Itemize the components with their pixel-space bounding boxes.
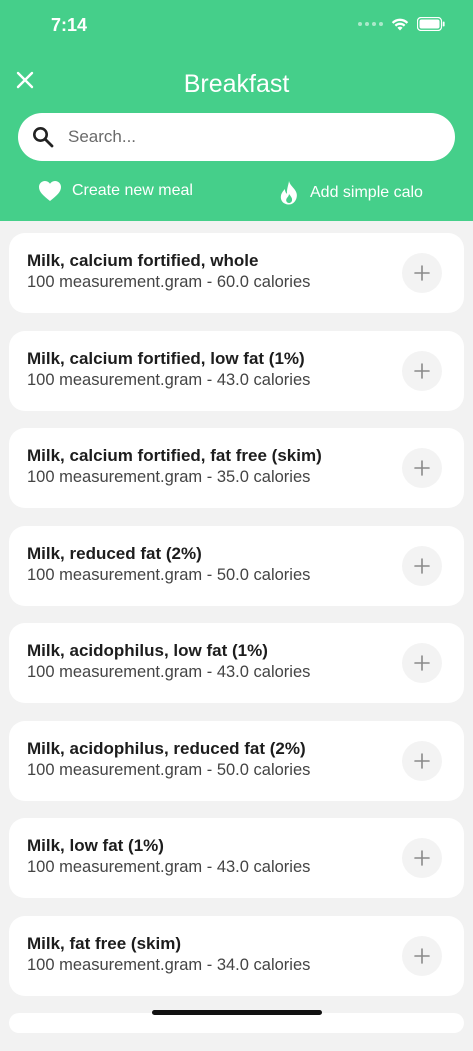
food-detail: 100 measurement.gram - 35.0 calories [27, 468, 311, 486]
food-name: Milk, fat free (skim) [27, 933, 181, 953]
food-name: Milk, calcium fortified, low fat (1%) [27, 348, 305, 368]
add-food-button[interactable] [402, 350, 442, 391]
plus-icon [414, 265, 430, 281]
create-meal-label: Create new meal [72, 182, 193, 199]
heart-icon [38, 180, 62, 202]
food-name: Milk, calcium fortified, whole [27, 251, 259, 270]
plus-icon [414, 557, 430, 574]
food-item[interactable]: Milk, fat free (skim) 100 measurement.gra… [9, 915, 464, 996]
food-detail: 100 measurement.gram - 50.0 calories [27, 565, 311, 584]
create-meal-button[interactable]: Create new meal [38, 180, 193, 202]
food-detail: 100 measurement.gram - 43.0 calories [27, 370, 311, 389]
food-item[interactable]: Milk, acidophilus, reduced fat (2%) 100 m… [9, 720, 464, 801]
add-food-button[interactable] [402, 935, 442, 976]
cellular-signal-icon [358, 22, 383, 26]
food-item-partial[interactable] [9, 1013, 464, 1033]
food-item[interactable]: Milk, low fat (1%) 100 measurement.gram -… [9, 818, 464, 898]
plus-icon [414, 850, 430, 866]
plus-icon [414, 947, 430, 964]
food-list: Milk, calcium fortified, whole 100 measur… [9, 233, 464, 1051]
food-name: Milk, acidophilus, low fat (1%) [27, 641, 268, 660]
food-name: Milk, acidophilus, reduced fat (2%) [27, 738, 306, 758]
plus-icon [414, 655, 430, 671]
food-item[interactable]: Milk, calcium fortified, low fat (1%) 100… [9, 330, 464, 411]
status-icons [358, 17, 445, 31]
food-detail: 100 measurement.gram - 43.0 calories [27, 858, 311, 876]
add-food-button[interactable] [402, 448, 442, 488]
food-item[interactable]: Milk, reduced fat (2%) 100 measurement.gr… [9, 525, 464, 606]
food-detail: 100 measurement.gram - 34.0 calories [27, 955, 311, 974]
wifi-icon [391, 18, 409, 31]
food-name: Milk, reduced fat (2%) [27, 543, 202, 563]
food-detail: 100 measurement.gram - 43.0 calories [27, 663, 311, 681]
food-item[interactable]: Milk, calcium fortified, whole 100 measur… [9, 233, 464, 313]
food-item[interactable]: Milk, acidophilus, low fat (1%) 100 measu… [9, 623, 464, 703]
battery-icon [417, 17, 445, 31]
add-food-button[interactable] [402, 545, 442, 586]
food-name: Milk, calcium fortified, fat free (skim) [27, 446, 322, 465]
search-icon [32, 126, 54, 148]
add-food-button[interactable] [402, 740, 442, 781]
header: 7:14 Breakfast Search... Create new meal… [0, 0, 473, 221]
plus-icon [414, 362, 430, 379]
add-food-button[interactable] [402, 253, 442, 293]
home-indicator [152, 1010, 322, 1015]
plus-icon [414, 460, 430, 476]
add-food-button[interactable] [402, 838, 442, 878]
add-food-button[interactable] [402, 643, 442, 683]
flame-icon [278, 180, 300, 206]
search-bar[interactable] [18, 113, 455, 161]
add-simple-calories-label: Add simple calo [310, 184, 423, 201]
plus-icon [414, 752, 430, 769]
food-detail: 100 measurement.gram - 50.0 calories [27, 760, 311, 779]
food-detail: 100 measurement.gram - 60.0 calories [27, 273, 311, 291]
food-name: Milk, low fat (1%) [27, 836, 164, 855]
status-time: 7:14 [51, 15, 88, 35]
search-input[interactable] [66, 126, 430, 148]
page-title: Breakfast [183, 70, 290, 98]
add-simple-calories-button[interactable]: Add simple calo [278, 180, 423, 206]
food-item[interactable]: Milk, calcium fortified, fat free (skim)… [9, 428, 464, 508]
